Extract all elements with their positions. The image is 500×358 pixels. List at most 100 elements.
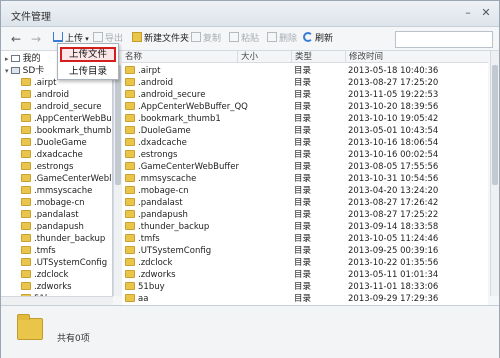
folder-icon — [21, 174, 31, 182]
file-row[interactable]: .airpt 目录 2013-05-18 10:40:36 — [122, 65, 488, 77]
tree-item[interactable]: .pandapush — [21, 221, 84, 233]
folder-tree: ▸ 我的 ▾ SD卡 .airpt .android .android_secure… — [1, 51, 113, 305]
tree-horizontal-scrollbar[interactable] — [1, 296, 113, 305]
file-modified-time: 2013-08-27 17:26:42 — [348, 198, 439, 208]
folder-icon — [21, 90, 31, 98]
tree-item[interactable]: .airpt — [21, 77, 57, 89]
tree-node-my[interactable]: ▸ 我的 — [5, 53, 41, 65]
tree-item-label: .mobage-cn — [34, 198, 85, 208]
column-header-name[interactable]: 名称 — [122, 51, 142, 63]
scrollbar-thumb[interactable] — [492, 65, 498, 185]
folder-icon — [125, 66, 135, 74]
file-modified-time: 2013-09-14 18:33:58 — [348, 222, 439, 232]
folder-icon — [125, 150, 135, 158]
paste-button[interactable]: 粘贴 — [229, 31, 259, 47]
tree-item[interactable]: .zdworks — [21, 281, 72, 293]
upload-folder-menu-item[interactable]: 上传目录 — [60, 64, 116, 79]
tree-vertical-scrollbar[interactable] — [113, 51, 122, 296]
file-modified-time: 2013-09-29 17:29:36 — [348, 294, 439, 304]
tree-item[interactable]: .tmfs — [21, 245, 56, 257]
file-row[interactable]: .pandalast 目录 2013-08-27 17:26:42 — [122, 197, 488, 209]
folder-icon — [21, 78, 31, 86]
folder-icon — [21, 282, 31, 290]
tree-item[interactable]: .estrongs — [21, 161, 73, 173]
tree-node-sdcard[interactable]: ▾ SD卡 — [5, 65, 44, 77]
file-row[interactable]: .UTSystemConfig 目录 2013-09-25 00:39:16 — [122, 245, 488, 257]
file-row[interactable]: .zdclock 目录 2013-10-22 01:35:56 — [122, 257, 488, 269]
folder-icon — [125, 270, 135, 278]
file-row[interactable]: .DuoleGame 目录 2013-05-01 10:43:54 — [122, 125, 488, 137]
column-header-type[interactable]: 类型 — [291, 51, 312, 63]
file-modified-time: 2013-05-01 10:43:54 — [348, 126, 439, 136]
tree-item[interactable]: .UTSystemConfig — [21, 257, 107, 269]
new-folder-button[interactable]: 新建文件夹 — [132, 31, 189, 47]
file-row[interactable]: .android 目录 2013-08-27 17:25:20 — [122, 77, 488, 89]
tree-item[interactable]: .bookmark_thumb — [21, 125, 111, 137]
tree-item[interactable]: .pandalast — [21, 209, 79, 221]
file-modified-time: 2013-11-05 19:22:53 — [348, 90, 439, 100]
upload-file-menu-item[interactable]: 上传文件 — [60, 47, 116, 62]
tree-item[interactable]: .mobage-cn — [21, 197, 85, 209]
file-row[interactable]: aa 目录 2013-09-29 17:29:36 — [122, 293, 488, 305]
file-name-cell: .DuoleGame — [125, 125, 191, 137]
file-name: .bookmark_thumb1 — [138, 114, 221, 124]
tree-item[interactable]: .android_secure — [21, 101, 101, 113]
scrollbar-thumb[interactable] — [115, 65, 121, 185]
folder-icon — [21, 234, 31, 242]
delete-button[interactable]: 删除 — [267, 31, 297, 47]
file-row[interactable]: .zdworks 目录 2013-05-11 01:01:34 — [122, 269, 488, 281]
folder-icon — [17, 314, 43, 340]
file-modified-time: 2013-09-25 00:39:16 — [348, 246, 439, 256]
back-button[interactable]: ← — [11, 32, 21, 46]
file-type: 目录 — [294, 294, 312, 304]
tree-item[interactable]: .zdclock — [21, 269, 68, 281]
search-input[interactable] — [395, 31, 493, 48]
file-name-cell: .UTSystemConfig — [125, 245, 211, 257]
folder-icon — [21, 258, 31, 266]
close-icon[interactable]: ✕ — [478, 5, 494, 21]
copy-button[interactable]: 复制 — [191, 31, 221, 47]
minimize-icon[interactable]: – — [460, 5, 476, 21]
refresh-button[interactable]: 刷新 — [303, 31, 333, 47]
file-row[interactable]: .mmsyscache 目录 2013-10-31 10:54:56 — [122, 173, 488, 185]
tree-item[interactable]: .android — [21, 89, 69, 101]
tree-item[interactable]: .DuoleGame — [21, 137, 87, 149]
file-row[interactable]: .thunder_backup 目录 2013-09-14 18:33:58 — [122, 221, 488, 233]
export-icon — [93, 32, 103, 42]
file-name: .android — [138, 78, 173, 88]
file-name-cell: .android — [125, 77, 173, 89]
file-name-cell: .zdworks — [125, 269, 176, 281]
file-modified-time: 2013-10-22 01:35:56 — [348, 258, 439, 268]
tree-item-label: .AppCenterWebBu — [34, 114, 112, 124]
file-row[interactable]: .pandapush 目录 2013-08-27 17:25:22 — [122, 209, 488, 221]
file-row[interactable]: .dxadcache 目录 2013-10-16 18:06:54 — [122, 137, 488, 149]
tree-item[interactable]: .GameCenterWebl — [21, 173, 112, 185]
tree-item[interactable]: .AppCenterWebBu — [21, 113, 112, 125]
column-header-modified[interactable]: 修改时间 — [345, 51, 383, 63]
tree-item[interactable]: .thunder_backup — [21, 233, 105, 245]
forward-button[interactable]: → — [31, 32, 41, 46]
tree-item-label: .dxadcache — [34, 150, 83, 160]
file-list-vertical-scrollbar[interactable] — [490, 51, 499, 296]
tree-item[interactable]: .mmsyscache — [21, 185, 92, 197]
tree-item[interactable]: .dxadcache — [21, 149, 83, 161]
folder-icon — [21, 138, 31, 146]
file-row[interactable]: .android_secure 目录 2013-11-05 19:22:53 — [122, 89, 488, 101]
file-type: 目录 — [294, 78, 312, 88]
file-row[interactable]: .bookmark_thumb1 目录 2013-10-10 19:05:42 — [122, 113, 488, 125]
file-type: 目录 — [294, 234, 312, 244]
file-row[interactable]: 51buy 目录 2013-11-01 18:33:06 — [122, 281, 488, 293]
file-row[interactable]: .AppCenterWebBuffer_QQ 目录 2013-10-20 18:39… — [122, 101, 488, 113]
file-row[interactable]: .mobage-cn 目录 2013-04-20 13:24:20 — [122, 185, 488, 197]
file-row[interactable]: .estrongs 目录 2013-10-16 00:02:54 — [122, 149, 488, 161]
folder-icon — [21, 150, 31, 158]
file-type: 目录 — [294, 66, 312, 76]
folder-icon — [21, 102, 31, 110]
item-count: 共有0项 — [57, 334, 90, 344]
file-type: 目录 — [294, 162, 312, 172]
file-type: 目录 — [294, 174, 312, 184]
file-row[interactable]: .tmfs 目录 2013-10-05 11:24:46 — [122, 233, 488, 245]
file-row[interactable]: .GameCenterWebBuffer 目录 2013-08-05 17:55:5… — [122, 161, 488, 173]
folder-icon — [21, 162, 31, 170]
column-header-size[interactable]: 大小 — [237, 51, 258, 63]
